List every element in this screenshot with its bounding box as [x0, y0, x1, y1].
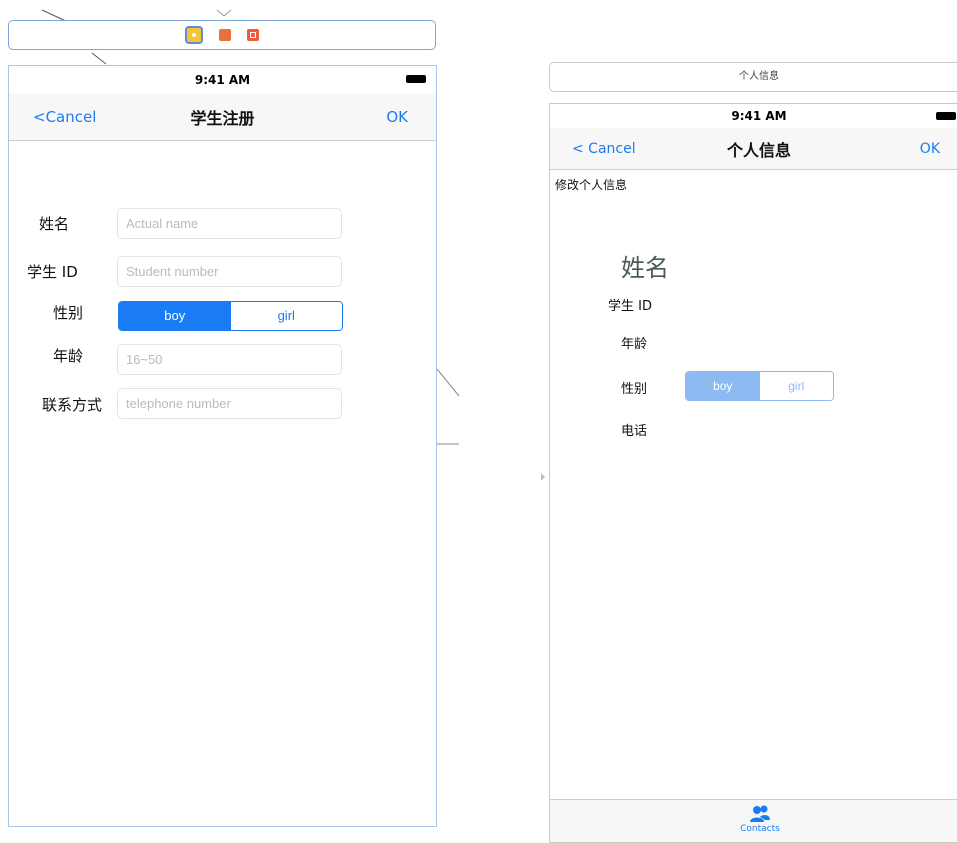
segment-girl[interactable]: girl — [230, 302, 342, 330]
edit-title: 修改个人信息 — [555, 178, 628, 192]
scene-dock[interactable] — [8, 20, 436, 50]
status-time: 9:41 AM — [731, 109, 787, 123]
age-label: 年龄 — [621, 337, 648, 352]
tab-contacts[interactable]: Contacts — [730, 804, 790, 834]
segue-arrow-icon — [541, 473, 545, 481]
cancel-button[interactable]: < Cancel — [572, 141, 636, 157]
navigation-bar: < Cancel 个人信息 OK — [550, 128, 957, 170]
segment-girl[interactable]: girl — [759, 372, 833, 400]
navigation-bar: <Cancel 学生注册 OK — [9, 94, 436, 141]
gender-segmented-control[interactable]: boy girl — [118, 301, 343, 331]
first-responder-icon[interactable] — [219, 29, 231, 41]
name-label: 姓名 — [39, 215, 70, 233]
contacts-icon — [750, 805, 770, 822]
status-time: 9:41 AM — [194, 73, 251, 87]
tab-bar: Contacts — [550, 799, 957, 842]
exit-icon[interactable] — [247, 29, 259, 41]
view-controller-icon[interactable] — [185, 26, 203, 44]
registration-scene[interactable]: 9:41 AM <Cancel 学生注册 OK 姓名 Actual name 学… — [8, 65, 437, 827]
status-bar: 9:41 AM — [9, 66, 436, 94]
battery-icon — [936, 112, 956, 120]
contact-label: 联系方式 — [42, 396, 103, 414]
segment-boy[interactable]: boy — [119, 302, 231, 330]
segment-boy[interactable]: boy — [686, 372, 760, 400]
battery-icon — [406, 75, 426, 83]
phone-label: 电话 — [621, 424, 648, 439]
ok-button[interactable]: OK — [920, 141, 940, 157]
ok-button[interactable]: OK — [386, 108, 408, 126]
student-id-label: 学生 ID — [27, 263, 78, 281]
student-id-field[interactable]: Student number — [117, 256, 342, 287]
student-id-label: 学生 ID — [608, 299, 652, 314]
status-bar: 9:41 AM — [550, 104, 957, 128]
cancel-button[interactable]: <Cancel — [33, 108, 96, 126]
contact-field[interactable]: telephone number — [117, 388, 342, 419]
name-display: 姓名 — [621, 254, 669, 282]
gender-label: 性别 — [53, 304, 84, 322]
name-field[interactable]: Actual name — [117, 208, 342, 239]
age-field[interactable]: 16~50 — [117, 344, 342, 375]
tab-label: Contacts — [740, 824, 780, 834]
scene-title-bar[interactable]: 个人信息 — [549, 62, 957, 92]
gender-segmented-control[interactable]: boy girl — [685, 371, 834, 401]
gender-label: 性别 — [621, 382, 648, 397]
profile-scene[interactable]: 9:41 AM < Cancel 个人信息 OK 修改个人信息 姓名 学生 ID… — [549, 103, 957, 843]
age-label: 年龄 — [53, 347, 84, 365]
